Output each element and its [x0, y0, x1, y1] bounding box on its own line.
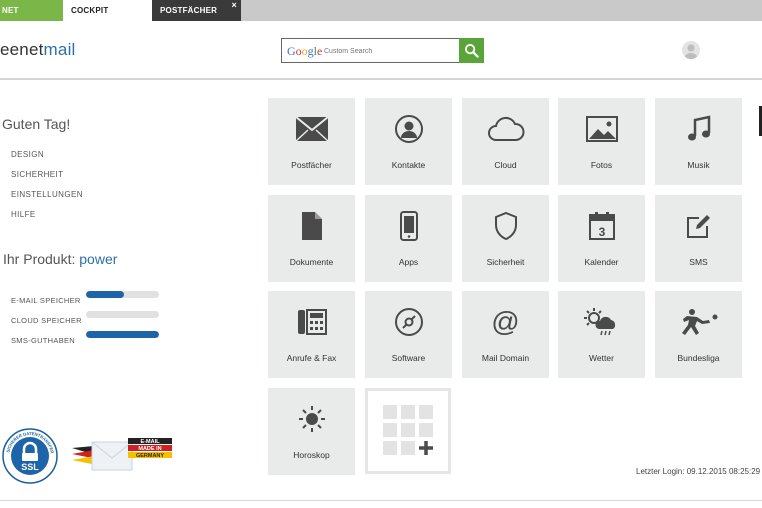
tile-label: Postfächer	[291, 160, 332, 170]
tile-label: Wetter	[589, 353, 614, 363]
logo-suffix: mail	[43, 40, 76, 59]
tile-kalender[interactable]: 3 Kalender	[558, 195, 645, 282]
music-icon	[687, 115, 710, 141]
search-input[interactable]	[324, 43, 454, 59]
tab-postfaecher[interactable]: POSTFÄCHER ×	[152, 0, 241, 21]
close-icon[interactable]: ×	[232, 0, 237, 16]
tile-label: SMS	[689, 257, 708, 267]
tile-anrufe-fax[interactable]: Anrufe & Fax	[268, 291, 355, 378]
menu-item-sicherheit[interactable]: SICHERHEIT	[11, 170, 83, 190]
document-icon	[301, 212, 322, 240]
usage-sms: SMS-GUTHABEN	[11, 330, 161, 350]
menu-item-einstellungen[interactable]: EINSTELLUNGEN	[11, 190, 83, 210]
tile-fotos[interactable]: Fotos	[558, 98, 645, 185]
contact-icon	[394, 115, 423, 143]
menu-item-design[interactable]: DESIGN	[11, 150, 83, 170]
add-app-tile[interactable]	[365, 388, 451, 474]
tile-dokumente[interactable]: Dokumente	[268, 195, 355, 282]
user-avatar-icon[interactable]	[682, 41, 700, 59]
footer-divider	[0, 500, 762, 501]
tile-musik[interactable]: Musik	[655, 98, 742, 185]
tab-postfaecher-label: POSTFÄCHER	[160, 6, 218, 15]
tile-label: Bundesliga	[677, 353, 720, 363]
tile-wetter[interactable]: Wetter	[558, 291, 645, 378]
tile-sicherheit[interactable]: Sicherheit	[462, 195, 549, 282]
disc-icon	[394, 308, 423, 336]
usage-bar	[86, 331, 159, 338]
ssl-text: SSL	[21, 462, 39, 472]
tile-label: Horoskop	[293, 450, 330, 460]
tile-label: Fotos	[590, 160, 613, 170]
shield-icon	[494, 211, 517, 241]
badge-line: E-MAIL	[141, 439, 161, 445]
product-info: Ihr Produkt: power	[3, 251, 117, 267]
usage-panel: E-MAIL SPEICHER CLOUD SPEICHER SMS-GUTHA…	[11, 290, 161, 350]
cloud-icon	[487, 116, 524, 141]
usage-email: E-MAIL SPEICHER	[11, 290, 161, 310]
tile-postfaecher[interactable]: Postfächer	[268, 98, 355, 185]
product-label: Ihr Produkt:	[3, 251, 76, 267]
search-icon	[464, 43, 479, 58]
last-login: Letzter Login: 09.12.2015 08:25:29	[636, 467, 761, 476]
google-letter: e	[317, 44, 323, 58]
tile-apps[interactable]: Apps	[365, 195, 452, 282]
tile-sms[interactable]: SMS	[655, 195, 742, 282]
search-button[interactable]	[459, 38, 484, 63]
tile-label: Anrufe & Fax	[286, 353, 337, 363]
weather-icon	[583, 308, 615, 336]
tile-label: Kontakte	[391, 160, 426, 170]
tile-mail-domain[interactable]: @ Mail Domain	[462, 291, 549, 378]
sidebar-menu: DESIGN SICHERHEIT EINSTELLUNGEN HILFE	[11, 150, 83, 230]
usage-bar	[86, 311, 159, 318]
logo-prefix: eenet	[0, 40, 44, 59]
tile-horoskop[interactable]: Horoskop	[268, 388, 355, 475]
tile-label: Musik	[687, 160, 710, 170]
usage-label: CLOUD SPEICHER	[11, 316, 82, 325]
tile-label: Kalender	[584, 257, 619, 267]
tab-cockpit[interactable]: COCKPIT	[63, 0, 152, 21]
usage-bar	[86, 291, 159, 298]
made-in-germany-badge-icon: E-MAIL MADE IN GERMANY	[72, 438, 172, 471]
usage-cloud: CLOUD SPEICHER	[11, 310, 161, 330]
logo[interactable]: eenetmail	[0, 40, 76, 60]
usage-label: SMS-GUTHABEN	[11, 336, 76, 345]
edit-icon	[686, 215, 710, 238]
photo-icon	[585, 116, 618, 142]
usage-bar-fill	[86, 331, 159, 338]
fax-icon	[297, 309, 327, 335]
tile-label: Dokumente	[289, 257, 334, 267]
google-wordmark: Google	[287, 44, 322, 59]
tab-net[interactable]: NET	[0, 0, 63, 21]
sun-icon	[298, 406, 325, 432]
phone-icon	[399, 211, 418, 241]
football-icon	[681, 309, 717, 335]
product-value[interactable]: power	[79, 251, 117, 267]
tile-kontakte[interactable]: Kontakte	[365, 98, 452, 185]
tile-cloud[interactable]: Cloud	[462, 98, 549, 185]
tile-label: Mail Domain	[481, 353, 530, 363]
tile-label: Apps	[398, 257, 419, 267]
tile-software[interactable]: Software	[365, 291, 452, 378]
tile-label: Sicherheit	[486, 257, 525, 267]
tile-bundesliga[interactable]: Bundesliga	[655, 291, 742, 378]
search-box: Google	[281, 38, 484, 63]
menu-item-hilfe[interactable]: HILFE	[11, 210, 83, 230]
header-divider	[0, 78, 762, 80]
tab-bar: NET COCKPIT POSTFÄCHER ×	[0, 0, 762, 21]
usage-bar-fill	[86, 291, 124, 298]
greeting: Guten Tag!	[2, 116, 71, 132]
tile-label: Software	[391, 353, 426, 363]
envelope-icon	[294, 116, 329, 142]
usage-label: E-MAIL SPEICHER	[11, 296, 81, 305]
at-icon: @	[491, 306, 520, 337]
ssl-badge-icon: SSL SICHERER DATENTRANSFER	[2, 428, 58, 484]
badge-line: MADE IN	[138, 446, 161, 452]
calendar-day: 3	[598, 225, 605, 239]
calendar-icon: 3	[588, 212, 615, 240]
tile-label: Cloud	[494, 160, 517, 170]
google-letter: G	[287, 44, 296, 58]
badge-line: GERMANY	[136, 453, 164, 459]
add-app-icon	[383, 405, 433, 455]
